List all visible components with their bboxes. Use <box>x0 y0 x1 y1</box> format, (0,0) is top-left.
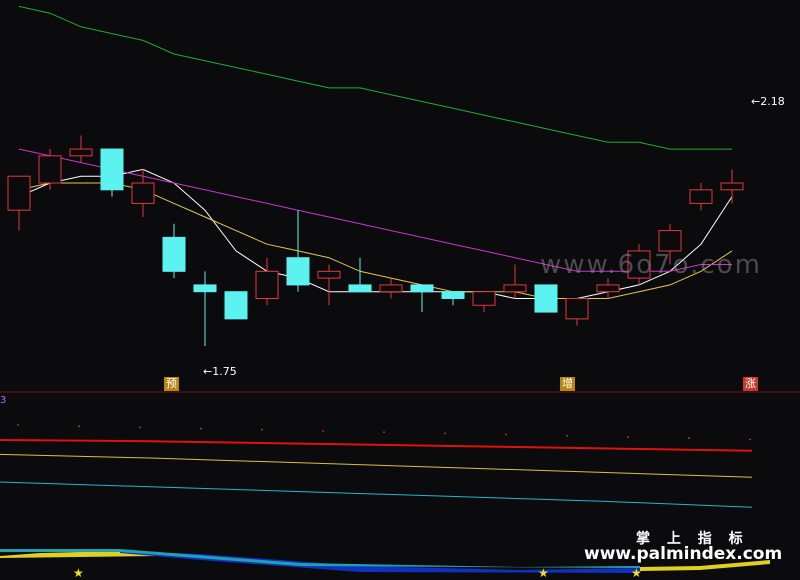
indicator-dot <box>383 431 385 434</box>
candle-body <box>472 291 496 306</box>
star-marker: ★ <box>631 566 642 580</box>
candle <box>348 257 372 293</box>
signal-tag-pre: 预 <box>164 377 179 391</box>
candle <box>441 291 465 306</box>
indicator-dot <box>17 424 19 426</box>
ma-line-1 <box>18 182 733 299</box>
candle <box>317 264 341 306</box>
candle-body <box>565 297 589 320</box>
candle <box>379 278 403 299</box>
indicator-dot <box>261 428 263 431</box>
candle-body <box>534 284 558 313</box>
candle <box>472 291 496 313</box>
indicator-dot <box>444 432 446 435</box>
candle-body <box>224 291 248 320</box>
candle <box>162 223 186 279</box>
candle <box>224 291 248 320</box>
indicator-dot <box>322 430 324 432</box>
low-price-label: ←1.75 <box>203 365 237 378</box>
candle <box>255 257 279 306</box>
candle <box>69 135 93 163</box>
indicator-dot <box>78 425 80 428</box>
candle-body <box>286 257 310 286</box>
candle-body <box>193 284 217 293</box>
high-price-label: ←2.18 <box>751 95 785 108</box>
candle <box>100 148 124 197</box>
candle-body <box>162 236 186 272</box>
candle-body <box>255 270 279 299</box>
watermark-site: www.6o7o.com <box>540 250 762 280</box>
signal-tag-increase: 增 <box>560 377 575 391</box>
candle <box>534 284 558 313</box>
candle-body <box>410 284 434 293</box>
candle <box>565 297 589 326</box>
candle <box>410 284 434 313</box>
indicator-dot <box>749 438 751 441</box>
candle <box>7 175 31 231</box>
indicator-line-cyan <box>0 481 753 508</box>
indicator-band-1 <box>120 551 640 573</box>
candle <box>720 169 744 204</box>
candle <box>38 149 62 190</box>
candle-body <box>441 291 465 299</box>
candle-body <box>689 189 713 204</box>
indicator-dot <box>505 433 507 436</box>
star-marker: ★ <box>73 566 84 580</box>
candle-body <box>69 148 93 157</box>
price-chart: ★ ★ ★ <box>0 5 800 580</box>
candle-body <box>658 230 682 252</box>
indicator-dot <box>566 434 568 437</box>
high-price-value: 2.18 <box>760 95 785 108</box>
candle-body <box>348 284 372 293</box>
candle <box>286 210 310 292</box>
candle-body <box>720 182 744 191</box>
watermark-url: www.palmindex.com <box>584 544 783 564</box>
candle-body <box>596 284 620 293</box>
candlesticks <box>7 135 744 347</box>
indicator-dot <box>200 427 202 430</box>
low-price-value: 1.75 <box>212 365 237 378</box>
candle-body <box>379 284 403 293</box>
candle-body <box>131 182 155 204</box>
candle-body <box>7 175 31 211</box>
indicator-dot <box>139 426 141 429</box>
indicator-panel-label: 3 <box>0 395 7 406</box>
candle <box>193 271 217 347</box>
indicator-line-red <box>0 439 753 452</box>
candle-body <box>317 270 341 279</box>
candle <box>596 278 620 299</box>
candle <box>131 169 155 217</box>
indicator-line-yellow <box>0 453 753 478</box>
indicator-dot <box>688 437 690 440</box>
ma-line-3 <box>18 5 732 150</box>
star-marker: ★ <box>538 566 549 580</box>
signal-tag-rise: 涨 <box>743 377 758 391</box>
indicator-dot <box>627 436 629 438</box>
candle-body <box>503 284 527 293</box>
candle-body <box>38 155 62 184</box>
candle <box>689 183 713 211</box>
candle-body <box>100 148 124 191</box>
